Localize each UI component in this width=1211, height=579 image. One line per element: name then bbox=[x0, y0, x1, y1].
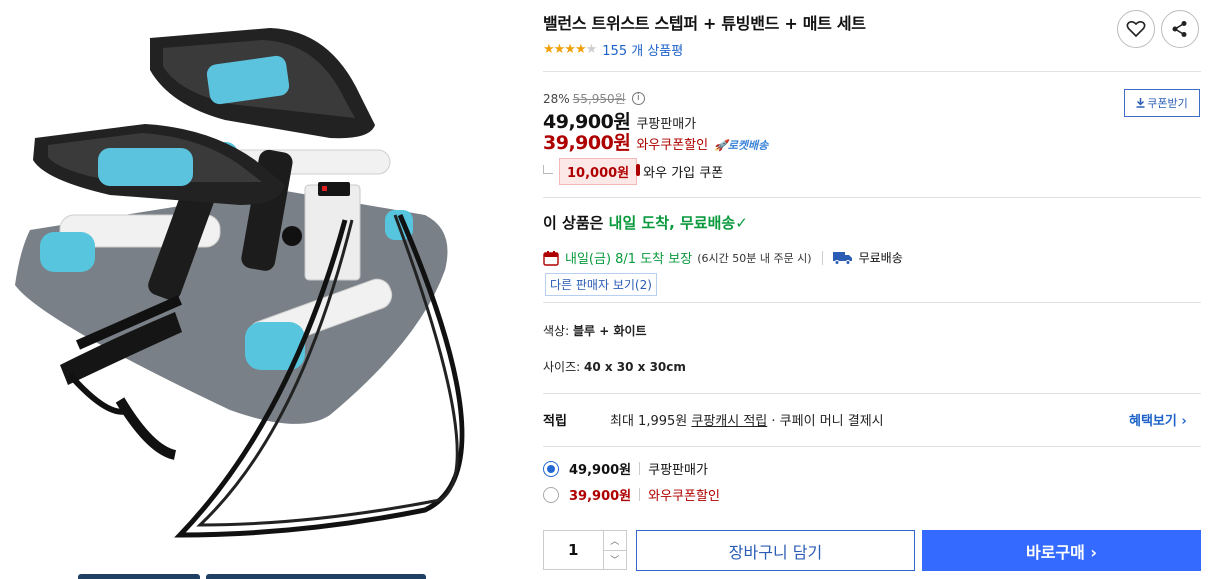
thumbnail[interactable] bbox=[78, 574, 200, 579]
coupon-amount: 10,000원 bbox=[559, 158, 641, 185]
quantity-stepper[interactable]: 1 ︿ ﹀ bbox=[543, 530, 627, 570]
calendar-icon bbox=[543, 250, 559, 266]
delivery-row: 내일(금) 8/1 도착 보장 (6시간 50분 내 주문 시) 무료배송 bbox=[543, 248, 903, 267]
color-spec: 색상: 블루 + 화이트 bbox=[543, 324, 647, 338]
points-text: 최대 1,995원 쿠팡캐시 적립 · 쿠페이 머니 결제시 bbox=[610, 414, 884, 429]
divider bbox=[543, 446, 1201, 447]
thumbnail[interactable] bbox=[206, 574, 426, 579]
discount-rate: 28% bbox=[543, 91, 570, 106]
elbow-connector bbox=[543, 165, 553, 174]
delivery-headline: 이 상품은 내일 도착, 무료배송✓ bbox=[543, 214, 748, 232]
divider bbox=[543, 393, 1201, 394]
option-price: 49,900원 bbox=[569, 463, 632, 478]
radio-button[interactable] bbox=[543, 486, 559, 503]
quantity-decrease-button[interactable]: ﹀ bbox=[603, 549, 626, 570]
divider bbox=[543, 71, 1201, 72]
size-spec: 사이즈: 40 x 30 x 30cm bbox=[543, 360, 686, 374]
quantity-increase-button[interactable]: ︿ bbox=[604, 531, 626, 550]
quantity-arrows: ︿ ﹀ bbox=[602, 531, 626, 570]
coupang-cash-link[interactable]: 쿠팡캐시 적립 bbox=[691, 414, 767, 429]
wow-price: 39,900원 bbox=[543, 132, 631, 154]
option-label: 와우쿠폰할인 bbox=[648, 489, 720, 504]
rating-stars: ★★★★★ bbox=[543, 42, 597, 57]
info-icon[interactable]: i bbox=[631, 92, 645, 105]
option-label: 쿠팡판매가 bbox=[648, 463, 708, 478]
wishlist-button[interactable] bbox=[1117, 10, 1155, 48]
truck-icon bbox=[832, 251, 852, 265]
benefit-link[interactable]: 혜택보기 › bbox=[1129, 410, 1187, 429]
product-image bbox=[15, 28, 465, 538]
share-icon bbox=[1172, 21, 1187, 37]
coupon-row: 10,000원 와우 가입 쿠폰 bbox=[543, 158, 723, 185]
rocket-delivery-badge: 🚀로켓배송 bbox=[714, 139, 769, 152]
buy-now-button[interactable]: 바로구매 › bbox=[922, 530, 1201, 571]
free-shipping-text: 무료배송 bbox=[858, 251, 903, 265]
divider bbox=[639, 488, 641, 501]
divider bbox=[821, 250, 823, 265]
divider bbox=[639, 462, 641, 475]
quantity-input[interactable]: 1 bbox=[544, 531, 603, 569]
price-option-regular[interactable]: 49,900원 쿠팡판매가 bbox=[543, 459, 708, 478]
coupon-text: 와우 가입 쿠폰 bbox=[643, 166, 724, 181]
thumbnail-strip bbox=[78, 574, 428, 579]
price-option-wow[interactable]: 39,900원 와우쿠폰할인 bbox=[543, 485, 720, 504]
delivery-date: 내일(금) 8/1 도착 보장 bbox=[565, 252, 693, 267]
points-label: 적립 bbox=[543, 414, 567, 429]
share-button[interactable] bbox=[1161, 10, 1199, 48]
coupon-download-button[interactable]: 쿠폰받기 bbox=[1124, 89, 1200, 117]
download-icon bbox=[1136, 98, 1145, 108]
divider bbox=[543, 302, 1201, 303]
rating-row: ★★★★★ 155 개 상품평 bbox=[543, 40, 683, 59]
add-to-cart-button[interactable]: 장바구니 담기 bbox=[636, 530, 915, 571]
wow-price-row: 39,900원 와우쿠폰할인 🚀로켓배송 bbox=[543, 128, 768, 155]
delivery-note: (6시간 50분 내 주문 시) bbox=[697, 251, 812, 265]
other-sellers-button[interactable]: 다른 판매자 보기(2) bbox=[545, 273, 657, 296]
review-count-link[interactable]: 155 개 상품평 bbox=[602, 40, 683, 59]
divider bbox=[543, 197, 1201, 198]
wow-price-label: 와우쿠폰할인 bbox=[636, 138, 709, 153]
heart-icon bbox=[1126, 20, 1146, 38]
radio-button[interactable] bbox=[543, 460, 559, 477]
rocket-icon: 🚀 bbox=[714, 139, 728, 152]
product-title: 밸런스 트위스트 스텝퍼 + 튜빙밴드 + 매트 세트 bbox=[543, 14, 866, 33]
option-price: 39,900원 bbox=[569, 489, 632, 504]
original-price: 55,950원 bbox=[572, 92, 626, 106]
discount-line: 28% 55,950원 i bbox=[543, 90, 645, 107]
